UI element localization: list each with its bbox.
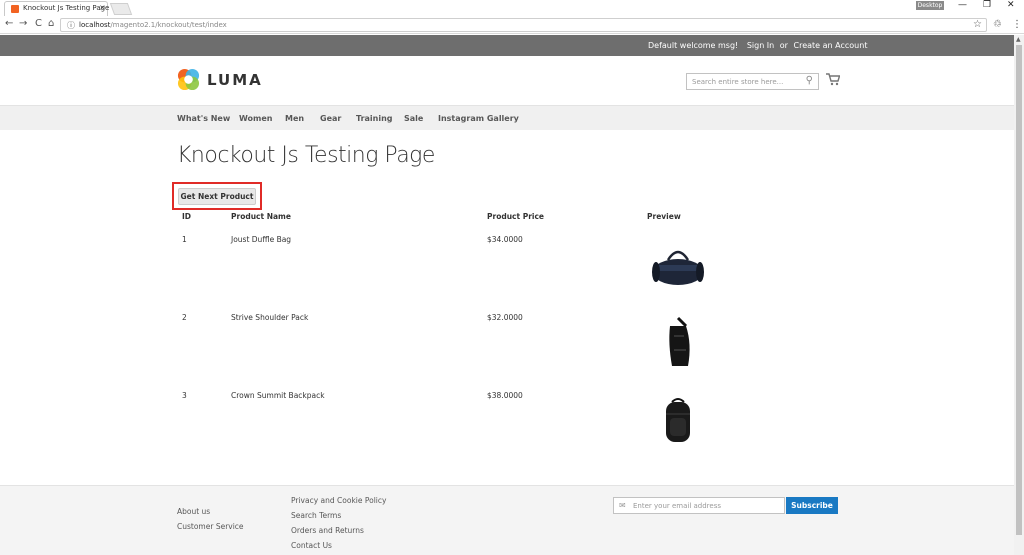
main-navigation: What's New Women Men Gear Training Sale …	[0, 105, 1014, 130]
search-icon[interactable]: ⚲	[806, 75, 813, 86]
row-3-price: $38.0000	[487, 391, 523, 400]
duffle-bag-image	[652, 250, 704, 285]
column-header-preview: Preview	[647, 212, 681, 221]
address-bar[interactable]: ⓘ localhost/magento2.1/knockout/test/ind…	[60, 18, 987, 32]
browser-tabbar: Knockout Js Testing Page × Desktop — ❐ ✕	[0, 0, 1024, 16]
browser-menu-icon[interactable]: ⋮	[1012, 19, 1022, 30]
page-title: Knockout Js Testing Page	[177, 143, 435, 168]
column-header-product-name: Product Name	[231, 212, 291, 221]
back-icon[interactable]: ←	[5, 18, 13, 29]
forward-icon[interactable]: →	[19, 18, 27, 29]
newsletter-placeholder: Enter your email address	[633, 502, 722, 510]
row-1-id: 1	[182, 235, 187, 244]
site-footer: About us Customer Service Privacy and Co…	[0, 485, 1014, 555]
luma-logo-icon	[177, 68, 200, 91]
search-placeholder: Search entire store here...	[692, 78, 784, 86]
nav-item-sale[interactable]: Sale	[404, 114, 423, 123]
row-1-price: $34.0000	[487, 235, 523, 244]
bookmark-star-icon[interactable]: ☆	[973, 19, 982, 30]
site-header-panel: Default welcome msg! Sign In or Create a…	[0, 35, 1014, 56]
restore-icon[interactable]: ❐	[983, 0, 991, 10]
tab-close-icon[interactable]: ×	[99, 3, 106, 12]
page-scrollbar[interactable]: ▲	[1014, 35, 1024, 555]
footer-link-about-us[interactable]: About us	[177, 507, 210, 516]
extension-icon[interactable]: ♲	[993, 19, 1002, 30]
search-input[interactable]: Search entire store here... ⚲	[686, 73, 819, 90]
row-3-id: 3	[182, 391, 187, 400]
row-1-name: Joust Duffle Bag	[231, 235, 292, 244]
header-links: Default welcome msg! Sign In or Create a…	[648, 41, 867, 50]
row-2-id: 2	[182, 313, 187, 322]
home-icon[interactable]: ⌂	[48, 18, 54, 29]
get-next-product-button[interactable]: Get Next Product	[178, 188, 256, 205]
footer-link-privacy[interactable]: Privacy and Cookie Policy	[291, 496, 386, 505]
column-header-id: ID	[182, 212, 192, 221]
newsletter-email-input[interactable]: ✉ Enter your email address	[613, 497, 785, 514]
nav-item-men[interactable]: Men	[285, 114, 304, 123]
address-url: localhost/magento2.1/knockout/test/index	[79, 21, 227, 29]
window-close-icon[interactable]: ✕	[1007, 0, 1015, 10]
row-3-name: Crown Summit Backpack	[231, 391, 325, 400]
shoulder-pack-image	[669, 316, 690, 366]
nav-item-training[interactable]: Training	[356, 114, 393, 123]
scroll-thumb[interactable]	[1016, 45, 1022, 535]
row-2-name: Strive Shoulder Pack	[231, 313, 309, 322]
nav-item-gear[interactable]: Gear	[320, 114, 341, 123]
nav-item-whats-new[interactable]: What's New	[177, 114, 230, 123]
profile-chip[interactable]: Desktop	[916, 1, 944, 10]
envelope-icon: ✉	[619, 501, 626, 510]
footer-link-search-terms[interactable]: Search Terms	[291, 511, 341, 520]
footer-link-orders-returns[interactable]: Orders and Returns	[291, 526, 364, 535]
backpack-image	[666, 398, 690, 442]
welcome-message: Default welcome msg!	[648, 41, 739, 50]
nav-item-women[interactable]: Women	[239, 114, 273, 123]
create-account-link[interactable]: Create an Account	[794, 41, 868, 50]
scroll-up-icon[interactable]: ▲	[1016, 36, 1021, 43]
logo-text: LUMA	[207, 71, 263, 89]
footer-link-customer-service[interactable]: Customer Service	[177, 522, 244, 531]
browser-tab[interactable]: Knockout Js Testing Page ×	[4, 1, 110, 16]
info-icon[interactable]: ⓘ	[67, 20, 75, 31]
minimize-icon[interactable]: —	[958, 0, 967, 10]
row-2-price: $32.0000	[487, 313, 523, 322]
column-header-product-price: Product Price	[487, 212, 544, 221]
subscribe-button[interactable]: Subscribe	[786, 497, 838, 514]
tab-title: Knockout Js Testing Page	[23, 4, 110, 12]
sign-in-link[interactable]: Sign In	[747, 41, 774, 50]
or-text: or	[779, 41, 788, 50]
magento-favicon-icon	[11, 5, 19, 13]
new-tab-button[interactable]	[109, 3, 133, 15]
reload-icon[interactable]: C	[35, 18, 42, 29]
browser-toolbar: ← → C ⌂ ⓘ localhost/magento2.1/knockout/…	[0, 16, 1024, 34]
nav-item-instagram-gallery[interactable]: Instagram Gallery	[438, 114, 519, 123]
cart-icon[interactable]	[826, 73, 840, 86]
footer-link-contact-us[interactable]: Contact Us	[291, 541, 332, 550]
